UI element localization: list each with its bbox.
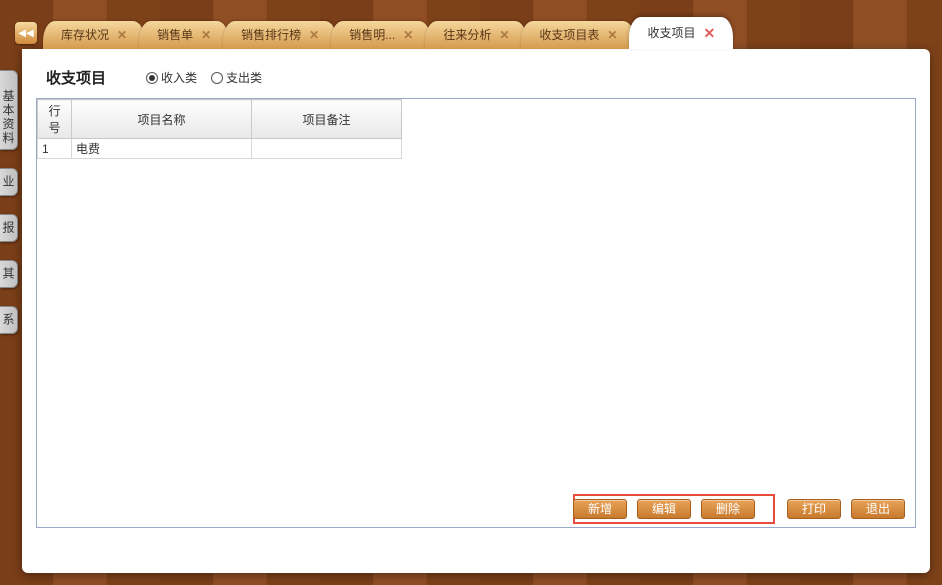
side-nav-item-report[interactable]: 报表查询 bbox=[0, 214, 18, 242]
radio-income[interactable]: 收入类 bbox=[146, 69, 197, 86]
tabs-scroll-left[interactable]: ◀◀ bbox=[15, 22, 37, 44]
tab-0[interactable]: 库存状况 ✕ bbox=[43, 21, 145, 49]
tab-label: 往来分析 bbox=[443, 21, 491, 49]
side-nav: 基本资料 业务录入 报表查询 其它功能 系统管理 bbox=[0, 70, 18, 352]
close-icon[interactable]: ✕ bbox=[309, 21, 319, 49]
close-icon[interactable]: ✕ bbox=[403, 21, 413, 49]
tab-label: 销售单 bbox=[157, 21, 193, 49]
cell-name: 电费 bbox=[72, 139, 252, 159]
tab-strip: ◀◀ 库存状况✕销售单✕销售排行榜✕销售明...✕往来分析✕收支项目表✕收支项目… bbox=[15, 17, 942, 49]
edit-button[interactable]: 编辑 bbox=[637, 499, 691, 519]
table-header-row: 行号 项目名称 项目备注 bbox=[38, 100, 402, 139]
tab-1[interactable]: 销售单 ✕ bbox=[139, 21, 229, 49]
radio-income-label: 收入类 bbox=[161, 69, 197, 86]
tab-3[interactable]: 销售明... ✕ bbox=[331, 21, 431, 49]
side-nav-item-basic[interactable]: 基本资料 bbox=[0, 70, 18, 150]
tab-label: 销售明... bbox=[349, 21, 395, 49]
tab-label: 销售排行榜 bbox=[241, 21, 301, 49]
tab-label: 收支项目表 bbox=[539, 21, 599, 49]
tab-2[interactable]: 销售排行榜 ✕ bbox=[223, 21, 337, 49]
col-header-name: 项目名称 bbox=[72, 100, 252, 139]
close-icon[interactable]: ✕ bbox=[499, 21, 509, 49]
radio-expense-label: 支出类 bbox=[226, 69, 262, 86]
add-button[interactable]: 新增 bbox=[573, 499, 627, 519]
cell-rownum: 1 bbox=[38, 139, 72, 159]
items-table: 行号 项目名称 项目备注 1电费 bbox=[37, 99, 402, 159]
category-radio-group: 收入类 支出类 bbox=[146, 69, 262, 86]
tab-label: 收支项目 bbox=[647, 17, 695, 49]
side-nav-item-system[interactable]: 系统管理 bbox=[0, 306, 18, 334]
side-nav-item-biz[interactable]: 业务录入 bbox=[0, 168, 18, 196]
footer-buttons: 新增 编辑 删除 打印 退出 bbox=[573, 499, 905, 519]
col-header-remark: 项目备注 bbox=[252, 100, 402, 139]
tab-6[interactable]: 收支项目✕ bbox=[629, 17, 733, 49]
tab-label: 库存状况 bbox=[61, 21, 109, 49]
print-button[interactable]: 打印 bbox=[787, 499, 841, 519]
tabs-container: 库存状况✕销售单✕销售排行榜✕销售明...✕往来分析✕收支项目表✕收支项目✕ bbox=[43, 17, 942, 49]
side-nav-item-other[interactable]: 其它功能 bbox=[0, 260, 18, 288]
close-icon[interactable]: ✕ bbox=[703, 17, 715, 49]
radio-expense-dot bbox=[211, 72, 223, 84]
tab-4[interactable]: 往来分析 ✕ bbox=[425, 21, 527, 49]
close-icon[interactable]: ✕ bbox=[201, 21, 211, 49]
col-header-rownum: 行号 bbox=[38, 100, 72, 139]
page-header: 收支项目 收入类 支出类 bbox=[36, 63, 916, 98]
radio-income-dot bbox=[146, 72, 158, 84]
cell-remark bbox=[252, 139, 402, 159]
delete-button[interactable]: 删除 bbox=[701, 499, 755, 519]
radio-expense[interactable]: 支出类 bbox=[211, 69, 262, 86]
content-box: 行号 项目名称 项目备注 1电费 新增 编辑 删除 打印 退出 bbox=[36, 98, 916, 528]
exit-button[interactable]: 退出 bbox=[851, 499, 905, 519]
main-panel: 收支项目 收入类 支出类 行号 项目名称 项目备注 1电费 bbox=[22, 49, 930, 573]
close-icon[interactable]: ✕ bbox=[607, 21, 617, 49]
table-row[interactable]: 1电费 bbox=[38, 139, 402, 159]
tab-5[interactable]: 收支项目表 ✕ bbox=[521, 21, 635, 49]
page-title: 收支项目 bbox=[46, 67, 106, 88]
close-icon[interactable]: ✕ bbox=[117, 21, 127, 49]
